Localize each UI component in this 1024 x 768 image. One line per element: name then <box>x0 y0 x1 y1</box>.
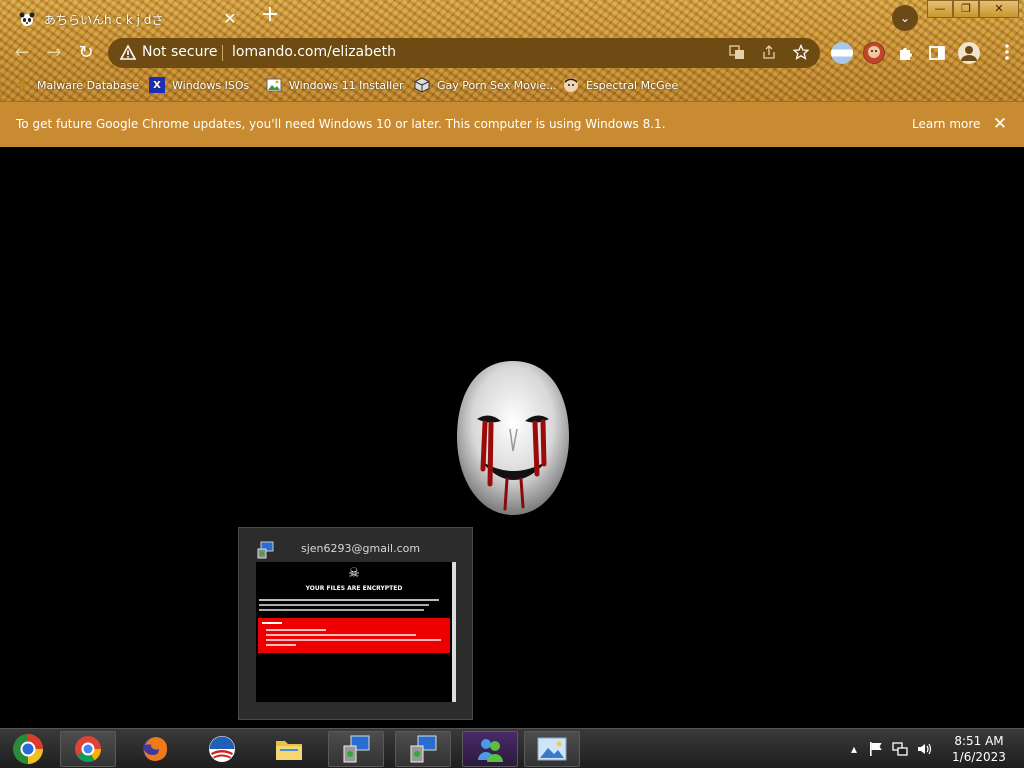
taskbar-chrome[interactable] <box>60 731 116 767</box>
taskbar-setup-window-2[interactable] <box>395 731 451 767</box>
note-text-line <box>259 604 429 606</box>
warning-text-line <box>266 639 441 641</box>
update-infobar: To get future Google Chrome updates, you… <box>0 101 1024 147</box>
volume-icon[interactable] <box>916 741 932 757</box>
setup-program-icon <box>410 735 437 763</box>
learn-more-link[interactable]: Learn more <box>912 117 980 131</box>
bleeding-mask-image <box>455 359 571 517</box>
tray-expand-arrow-icon[interactable]: ▴ <box>846 741 862 757</box>
messenger-users-icon <box>478 739 503 762</box>
photo-icon <box>537 737 567 761</box>
reload-icon[interactable]: ↻ <box>76 43 96 63</box>
ransom-note-preview: ☠ YOUR FILES ARE ENCRYPTED <box>256 562 456 702</box>
bookmark-label: Malware Database <box>37 78 140 92</box>
warning-text-line <box>266 629 326 631</box>
taskbar-messenger[interactable] <box>462 731 518 767</box>
infobar-close-icon[interactable]: ✕ <box>990 114 1010 134</box>
extensions-puzzle-icon[interactable] <box>895 42 917 64</box>
sparkle-icon <box>14 77 30 93</box>
firefox-icon <box>143 737 167 761</box>
restore-button[interactable]: ❐ <box>953 0 979 18</box>
bookmark-label: Windows ISOs <box>172 78 250 92</box>
warning-box <box>258 618 450 653</box>
back-arrow-icon[interactable]: ← <box>12 43 32 63</box>
image-icon <box>266 77 282 93</box>
taskbar: ▴ 8:51 AM 1/6/2023 <box>0 728 1024 768</box>
obama-logo-icon <box>209 736 235 762</box>
start-button[interactable] <box>0 731 56 767</box>
bookmark-label: Windows 11 Installer <box>289 78 404 92</box>
flag-extension-icon[interactable] <box>831 42 853 64</box>
bookmark-star-icon[interactable] <box>792 43 810 62</box>
address-bar[interactable]: Not secure lomando.com/elizabeth <box>108 38 820 68</box>
chrome-icon <box>75 736 101 762</box>
minimize-button[interactable]: — <box>927 0 953 18</box>
browser-frame: あちらいんh c k j dさ ✕ + ⌄ — ❐ ✕ ← → ↻ Not se… <box>0 0 1024 101</box>
setup-program-icon <box>343 735 370 763</box>
note-text-line <box>259 599 439 601</box>
panda-favicon-icon <box>18 10 36 28</box>
tab-search-chevron-icon[interactable]: ⌄ <box>892 5 918 31</box>
network-icon[interactable] <box>892 741 908 757</box>
url-text[interactable]: lomando.com/elizabeth <box>232 44 396 60</box>
bookmark-malware-database[interactable]: Malware Database <box>14 76 139 94</box>
folder-icon <box>276 741 302 760</box>
side-panel-icon[interactable] <box>926 42 948 64</box>
warning-icon[interactable] <box>119 44 137 61</box>
system-clock[interactable]: 8:51 AM 1/6/2023 <box>944 733 1014 765</box>
bookmark-windows-11-installer[interactable]: Windows 11 Installer <box>266 76 404 94</box>
page-content <box>0 147 1024 728</box>
browser-tab[interactable]: あちらいんh c k j dさ ✕ <box>8 4 248 34</box>
warning-heading-line <box>262 622 282 624</box>
tab-close-icon[interactable]: ✕ <box>220 9 240 29</box>
x-logo-icon: X <box>149 77 165 93</box>
setup-program-icon <box>257 541 275 559</box>
forward-arrow-icon[interactable]: → <box>44 43 64 63</box>
not-secure-label[interactable]: Not secure <box>142 44 218 60</box>
warning-text-line <box>266 644 296 646</box>
cube-icon <box>414 77 430 93</box>
taskbar-file-explorer[interactable] <box>261 731 317 767</box>
ransom-title: YOUR FILES ARE ENCRYPTED <box>305 585 403 592</box>
tab-title: あちらいんh c k j dさ <box>44 12 164 27</box>
taskbar-obama-app[interactable] <box>194 731 250 767</box>
taskbar-thumbnail-preview[interactable]: sjen6293@gmail.com ☠ YOUR FILES ARE ENCR… <box>238 527 473 720</box>
bookmark-windows-isos[interactable]: X Windows ISOs <box>149 76 249 94</box>
taskbar-setup-window-1[interactable] <box>328 731 384 767</box>
profile-icon[interactable] <box>958 42 980 64</box>
infobar-message: To get future Google Chrome updates, you… <box>16 117 666 131</box>
bookmark-movie-site[interactable]: Gay Porn Sex Movie... <box>414 76 557 94</box>
taskbar-photo-viewer[interactable] <box>524 731 580 767</box>
new-tab-button[interactable]: + <box>259 4 281 27</box>
thumbnail-title: sjen6293@gmail.com <box>301 542 421 555</box>
chrome-menu-icon[interactable] <box>997 43 1017 63</box>
bookmark-label: Gay Porn Sex Movie... <box>437 78 557 92</box>
avatar-icon <box>563 77 579 93</box>
bookmarks-bar: Malware Database X Windows ISOs Windows … <box>0 70 1024 100</box>
avatar-extension-icon[interactable] <box>863 42 885 64</box>
clock-date: 1/6/2023 <box>952 750 1006 764</box>
taskbar-firefox[interactable] <box>127 731 183 767</box>
share-icon[interactable] <box>760 44 778 62</box>
bookmark-label: Espectral McGee <box>586 78 679 92</box>
omnibox-divider <box>222 45 223 61</box>
skull-crossbones-icon: ☠ <box>348 566 360 581</box>
note-text-line <box>259 609 424 611</box>
clock-time: 8:51 AM <box>954 734 1004 748</box>
warning-text-line <box>266 634 416 636</box>
close-window-button[interactable]: ✕ <box>979 0 1019 18</box>
action-center-flag-icon[interactable] <box>868 741 884 757</box>
bookmark-espectral-mcgee[interactable]: Espectral McGee <box>563 76 678 94</box>
translate-icon[interactable] <box>728 44 746 62</box>
